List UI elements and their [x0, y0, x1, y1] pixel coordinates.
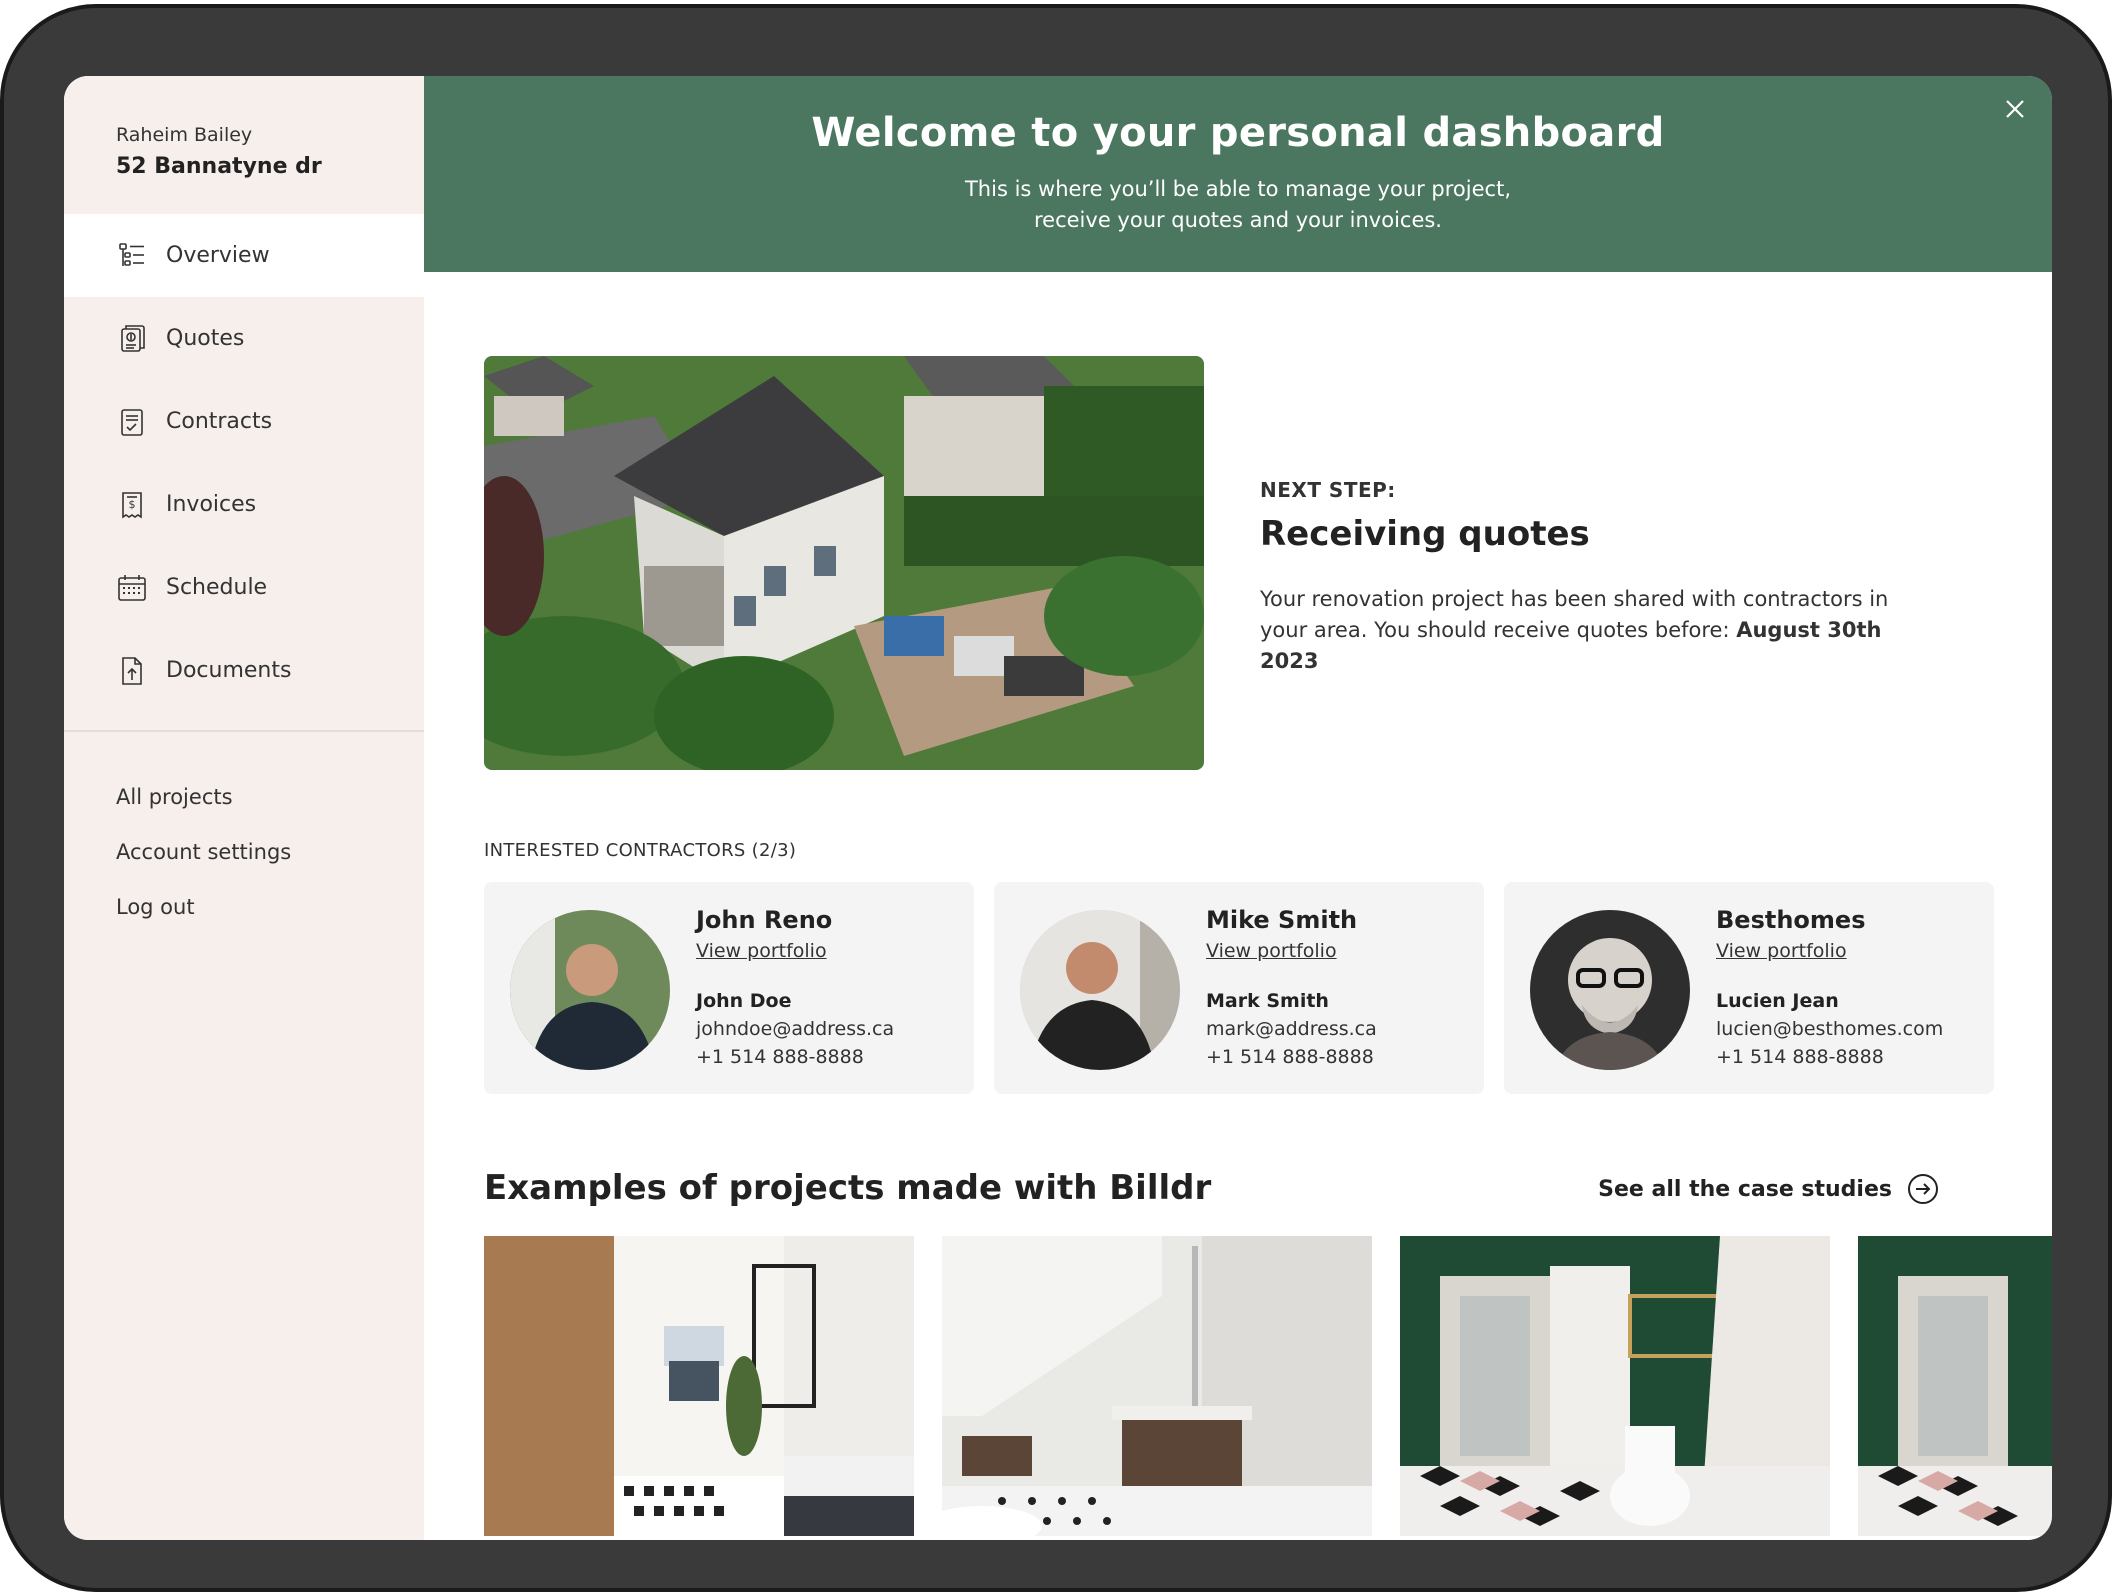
calendar-icon — [116, 572, 148, 604]
banner-subtitle-line1: This is where you’ll be able to manage y… — [964, 177, 1511, 201]
contractor-company: Besthomes — [1716, 906, 1866, 934]
welcome-banner: Welcome to your personal dashboard This … — [424, 76, 2052, 272]
user-name: Raheim Bailey — [116, 124, 253, 146]
svg-text:$: $ — [129, 498, 136, 511]
contractor-card: Mike Smith View portfolio Mark Smith mar… — [994, 882, 1484, 1094]
contractor-company: John Reno — [696, 906, 833, 934]
next-step-description: Your renovation project has been shared … — [1260, 584, 1940, 677]
sidebar-item-contracts[interactable]: Contracts — [64, 380, 424, 463]
project-house-photo — [484, 356, 1204, 770]
close-button[interactable] — [1998, 92, 2032, 126]
next-step-label: NEXT STEP: — [1260, 478, 1396, 502]
document-upload-icon — [116, 655, 148, 687]
banner-subtitle: This is where you’ll be able to manage y… — [424, 174, 2052, 236]
sidebar-item-invoices[interactable]: $ Invoices — [64, 463, 424, 546]
sidebar-item-documents[interactable]: Documents — [64, 629, 424, 712]
sidebar-item-label: Invoices — [166, 492, 257, 517]
banner-title: Welcome to your personal dashboard — [811, 110, 1665, 156]
contractor-email: johndoe@address.ca — [696, 1018, 895, 1040]
sidebar-item-schedule[interactable]: Schedule — [64, 546, 424, 629]
sidebar-item-label: Contracts — [166, 409, 273, 434]
contractor-phone: +1 514 888-8888 — [696, 1046, 864, 1068]
app-screen: Raheim Bailey 52 Bannatyne dr Overview Q… — [64, 76, 2052, 1540]
tablet-frame: Raheim Bailey 52 Bannatyne dr Overview Q… — [0, 4, 2112, 1592]
avatar — [1530, 910, 1690, 1070]
banner-subtitle-line2: receive your quotes and your invoices. — [1034, 208, 1442, 232]
project-example-photo[interactable] — [484, 1236, 914, 1536]
contractor-email: mark@address.ca — [1206, 1018, 1377, 1040]
contractor-contact-name: Lucien Jean — [1716, 990, 1839, 1012]
contractor-phone: +1 514 888-8888 — [1716, 1046, 1884, 1068]
contractor-contact-name: Mark Smith — [1206, 990, 1329, 1012]
all-projects-link[interactable]: All projects — [116, 770, 291, 825]
next-step-panel: NEXT STEP: Receiving quotes Your renovat… — [1260, 478, 1940, 677]
contractor-contact-name: John Doe — [696, 990, 792, 1012]
project-example-photo[interactable] — [1400, 1236, 1830, 1536]
project-example-photo[interactable] — [942, 1236, 1372, 1536]
contractor-phone: +1 514 888-8888 — [1206, 1046, 1374, 1068]
log-out-link[interactable]: Log out — [116, 880, 291, 935]
examples-heading: Examples of projects made with Billdr — [484, 1168, 1212, 1208]
project-address: 52 Bannatyne dr — [116, 154, 322, 179]
contractor-info: Mike Smith View portfolio Mark Smith mar… — [1206, 906, 1377, 1068]
contracts-icon — [116, 406, 148, 438]
user-info: Raheim Bailey 52 Bannatyne dr — [116, 124, 322, 179]
sidebar-nav: Overview Quotes Contracts $ Invoices Sch… — [64, 214, 424, 712]
close-icon — [2006, 100, 2024, 118]
sidebar-secondary-links: All projects Account settings Log out — [116, 770, 291, 935]
overview-icon — [116, 240, 148, 272]
next-step-title: Receiving quotes — [1260, 514, 1590, 554]
sidebar-item-label: Documents — [166, 658, 292, 683]
see-all-label: See all the case studies — [1598, 1176, 1892, 1202]
contractor-card: Besthomes View portfolio Lucien Jean luc… — [1504, 882, 1994, 1094]
account-settings-link[interactable]: Account settings — [116, 825, 291, 880]
sidebar-item-label: Schedule — [166, 575, 268, 600]
avatar — [1020, 910, 1180, 1070]
contractor-email: lucien@besthomes.com — [1716, 1018, 1944, 1040]
view-portfolio-link[interactable]: View portfolio — [696, 940, 894, 962]
arrow-circle-right-icon — [1908, 1174, 1938, 1204]
view-portfolio-link[interactable]: View portfolio — [1206, 940, 1377, 962]
project-example-photo[interactable] — [1858, 1236, 2052, 1536]
contractors-heading: INTERESTED CONTRACTORS (2/3) — [484, 840, 797, 861]
avatar — [510, 910, 670, 1070]
contractor-card: John Reno View portfolio John Doe johndo… — [484, 882, 974, 1094]
sidebar-item-label: Overview — [166, 243, 270, 268]
contractor-info: John Reno View portfolio John Doe johndo… — [696, 906, 894, 1068]
contractor-info: Besthomes View portfolio Lucien Jean luc… — [1716, 906, 1943, 1068]
sidebar-divider — [64, 730, 424, 732]
sidebar-item-overview[interactable]: Overview — [64, 214, 424, 297]
view-portfolio-link[interactable]: View portfolio — [1716, 940, 1943, 962]
quotes-icon — [116, 323, 148, 355]
sidebar-item-label: Quotes — [166, 326, 245, 351]
sidebar-item-quotes[interactable]: Quotes — [64, 297, 424, 380]
invoices-icon: $ — [116, 489, 148, 521]
contractor-company: Mike Smith — [1206, 906, 1358, 934]
sidebar: Raheim Bailey 52 Bannatyne dr Overview Q… — [64, 76, 424, 1540]
see-all-case-studies-link[interactable]: See all the case studies — [1598, 1172, 1940, 1206]
